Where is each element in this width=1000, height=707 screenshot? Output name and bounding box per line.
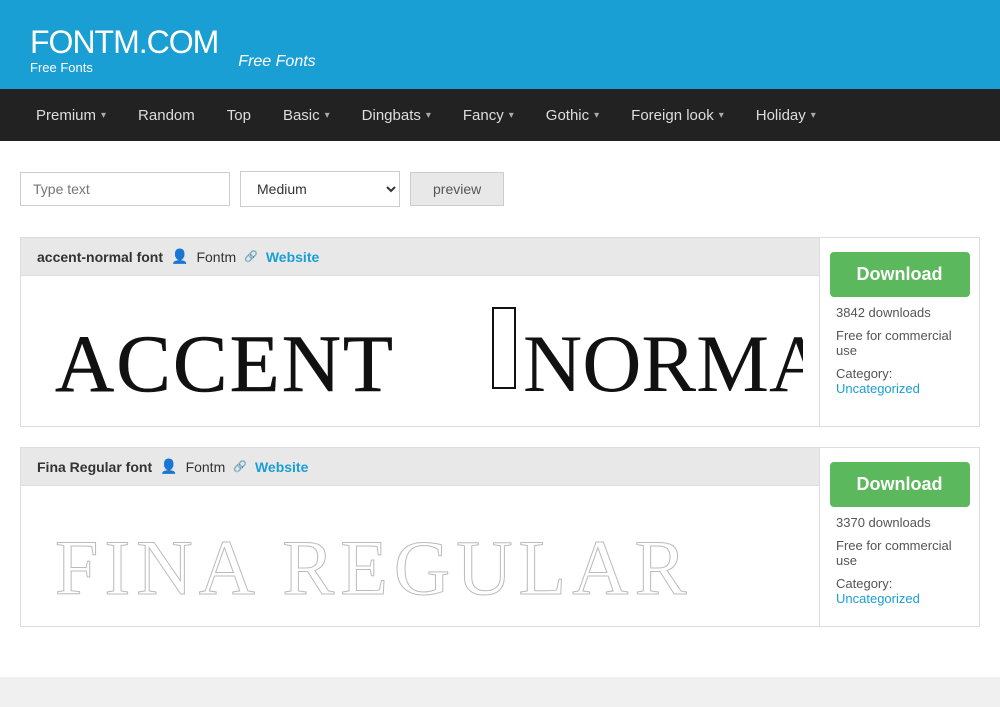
font-card-row: Fina Regular font 👤 Fontm 🔗 Website FINA… [21,448,979,626]
logo-text: FONTM [30,24,139,60]
nav-item-random[interactable]: Random [122,89,211,141]
font-card-header: accent-normal font 👤 Fontm 🔗 Website [21,238,819,276]
nav-label-basic: Basic [283,107,320,124]
nav-item-basic[interactable]: Basic ▾ [267,89,346,141]
person-icon: 👤 [160,458,177,475]
preview-text-input[interactable] [20,172,230,206]
nav-label-random: Random [138,107,195,124]
svg-text:FINA REGULAR: FINA REGULAR [55,524,693,606]
chevron-down-icon: ▾ [426,110,431,121]
main-nav: Premium ▾ Random Top Basic ▾ Dingbats ▾ … [0,89,1000,141]
category-row: Category: Uncategorized [836,366,963,396]
external-link-icon: 🔗 [233,460,247,473]
font-card-content: Fina Regular font 👤 Fontm 🔗 Website FINA… [21,448,819,626]
nav-label-dingbats: Dingbats [362,107,421,124]
font-name: accent-normal font [37,249,163,265]
font-preview-svg: .fp { font-family: serif; font-size: 80p… [37,296,803,406]
free-commercial-label: Free for commercial use [836,538,963,568]
category-row: Category: Uncategorized [836,576,963,606]
category-link[interactable]: Uncategorized [836,591,920,606]
nav-label-holiday: Holiday [756,107,806,124]
preview-controls: Small Medium Large X-Large preview [20,171,980,207]
font-card-actions: Download 3842 downloads Free for commerc… [819,238,979,426]
nav-item-dingbats[interactable]: Dingbats ▾ [346,89,447,141]
chevron-down-icon: ▾ [719,110,724,121]
font-card-content: accent-normal font 👤 Fontm 🔗 Website .fp… [21,238,819,426]
font-card-fina-regular: Fina Regular font 👤 Fontm 🔗 Website FINA… [20,447,980,627]
font-card-row: accent-normal font 👤 Fontm 🔗 Website .fp… [21,238,979,426]
size-select[interactable]: Small Medium Large X-Large [240,171,400,207]
chevron-down-icon: ▾ [509,110,514,121]
svg-text:NORMAL: NORMAL [523,318,803,406]
nav-item-foreign-look[interactable]: Foreign look ▾ [615,89,740,141]
logo-ext: .COM [139,24,219,60]
download-button-accent[interactable]: Download [830,252,970,297]
font-card-header: Fina Regular font 👤 Fontm 🔗 Website [21,448,819,486]
downloads-count: 3370 downloads [836,515,931,530]
nav-label-foreign-look: Foreign look [631,107,714,124]
nav-label-gothic: Gothic [546,107,589,124]
font-name: Fina Regular font [37,459,152,475]
font-source: Fontm [196,249,236,265]
svg-text:ACCENT: ACCENT [55,318,395,406]
font-preview-area: FINA REGULAR [21,486,819,626]
font-website-link[interactable]: Website [255,459,308,475]
free-commercial-label: Free for commercial use [836,328,963,358]
logo-area: FONTM.COM Free Fonts [30,18,218,75]
nav-label-premium: Premium [36,107,96,124]
main-content: Small Medium Large X-Large preview accen… [0,141,1000,677]
person-icon: 👤 [171,248,188,265]
header-subtitle: Free Fonts [30,60,93,75]
downloads-count: 3842 downloads [836,305,931,320]
site-header: FONTM.COM Free Fonts Free Fonts [0,0,1000,89]
nav-item-fancy[interactable]: Fancy ▾ [447,89,530,141]
font-preview-area: .fp { font-family: serif; font-size: 80p… [21,276,819,426]
download-button-fina[interactable]: Download [830,462,970,507]
chevron-down-icon: ▾ [101,110,106,121]
chevron-down-icon: ▾ [811,110,816,121]
external-link-icon: 🔗 [244,250,258,263]
nav-item-premium[interactable]: Premium ▾ [20,89,122,141]
header-tagline: Free Fonts [238,53,315,71]
chevron-down-icon: ▾ [594,110,599,121]
font-preview-svg: FINA REGULAR [37,506,803,606]
nav-label-top: Top [227,107,251,124]
nav-item-top[interactable]: Top [211,89,267,141]
font-website-link[interactable]: Website [266,249,319,265]
nav-item-gothic[interactable]: Gothic ▾ [530,89,615,141]
font-source: Fontm [186,459,226,475]
font-card-actions: Download 3370 downloads Free for commerc… [819,448,979,626]
preview-button[interactable]: preview [410,172,504,206]
category-link[interactable]: Uncategorized [836,381,920,396]
site-logo: FONTM.COM [30,18,218,60]
nav-item-holiday[interactable]: Holiday ▾ [740,89,832,141]
font-card-accent-normal: accent-normal font 👤 Fontm 🔗 Website .fp… [20,237,980,427]
chevron-down-icon: ▾ [325,110,330,121]
nav-label-fancy: Fancy [463,107,504,124]
